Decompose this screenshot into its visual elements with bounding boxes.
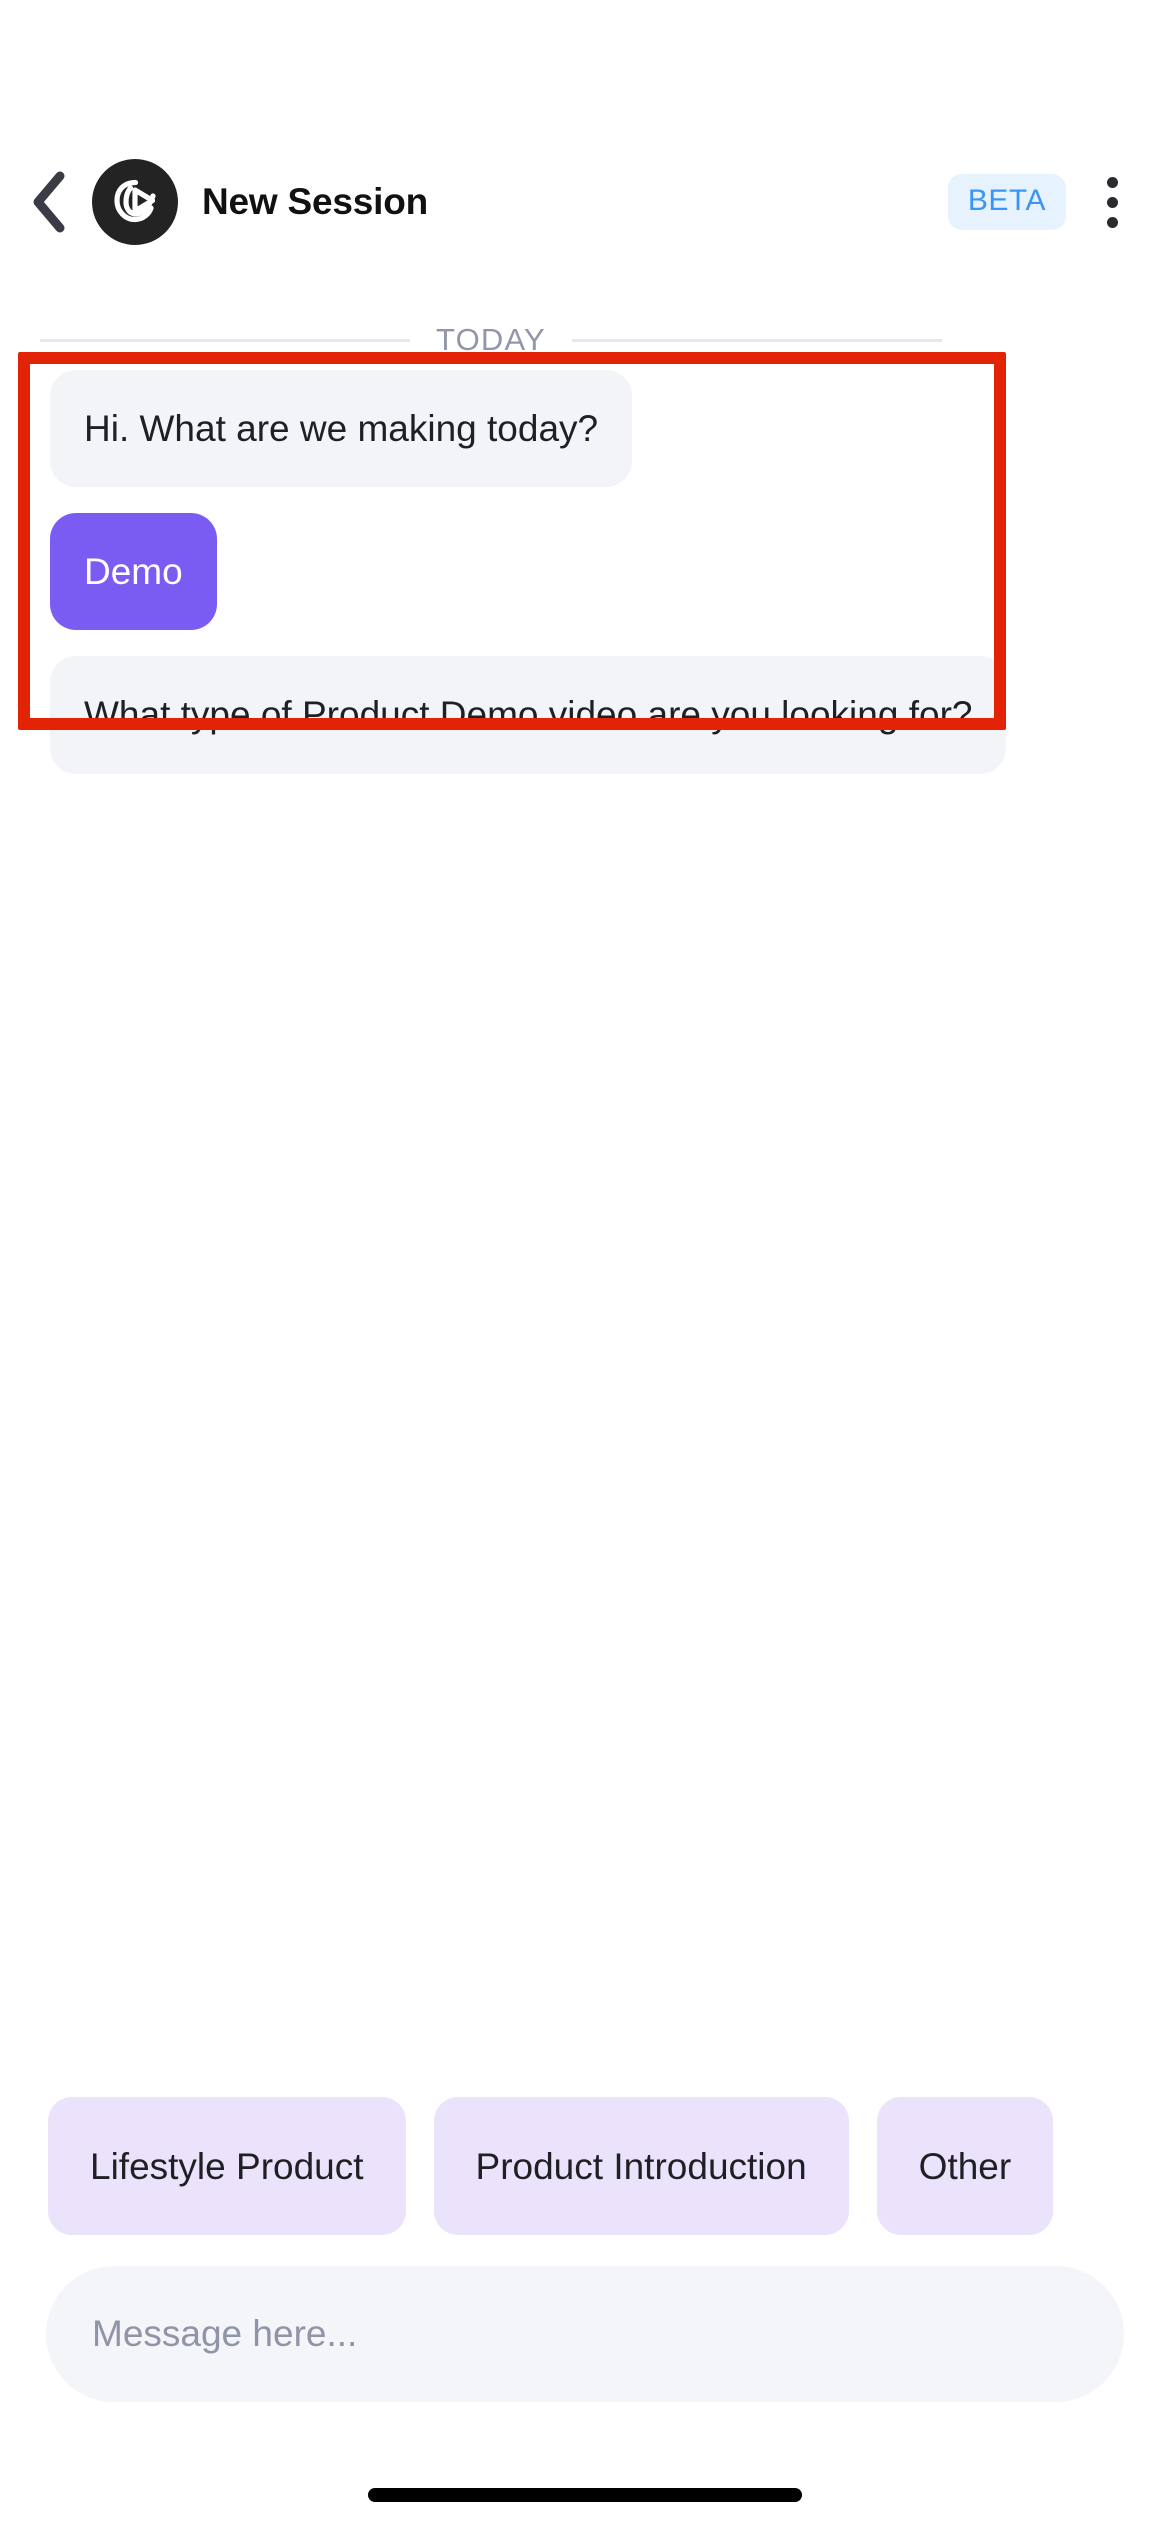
menu-dot xyxy=(1106,196,1118,208)
message-composer[interactable] xyxy=(46,2266,1124,2402)
status-badge: BETA xyxy=(947,174,1066,230)
app-logo xyxy=(92,159,178,245)
app-screen: New Session BETA TODAY Hi. What are we m… xyxy=(0,0,1170,2532)
message-bubble-user: Demo xyxy=(50,513,217,631)
day-divider-label: TODAY xyxy=(436,322,546,357)
message-row-user: Demo xyxy=(0,513,1170,631)
page-title: New Session xyxy=(202,181,429,222)
menu-dot xyxy=(1106,176,1118,188)
app-header: New Session BETA xyxy=(0,152,1170,252)
message-input[interactable] xyxy=(92,2313,1078,2355)
suggestion-chip-product-introduction[interactable]: Product Introduction xyxy=(433,2097,849,2235)
message-bubble-assistant: Hi. What are we making today? xyxy=(50,370,633,488)
suggestion-chip-list[interactable]: Lifestyle Product Product Introduction O… xyxy=(0,2082,1170,2250)
message-row-assistant: What type of Product Demo video are you … xyxy=(0,656,1170,774)
divider-line-left xyxy=(40,338,410,342)
day-divider: TODAY xyxy=(0,318,1170,362)
divider-line-right xyxy=(571,338,942,342)
message-list: Hi. What are we making today? Demo What … xyxy=(0,370,1170,800)
chevron-left-icon xyxy=(29,170,67,234)
menu-dot xyxy=(1106,216,1118,228)
message-row-assistant: Hi. What are we making today? xyxy=(0,370,1170,488)
back-button[interactable] xyxy=(0,152,96,252)
status-bar xyxy=(0,0,1170,90)
message-bubble-assistant: What type of Product Demo video are you … xyxy=(50,656,1007,774)
suggestion-chip-lifestyle-product[interactable]: Lifestyle Product xyxy=(48,2097,406,2235)
more-vertical-icon[interactable] xyxy=(1066,152,1158,252)
suggestion-chip-other[interactable]: Other xyxy=(876,2097,1054,2235)
loop-play-logo-icon xyxy=(105,172,165,232)
home-indicator-bar xyxy=(368,2488,802,2502)
